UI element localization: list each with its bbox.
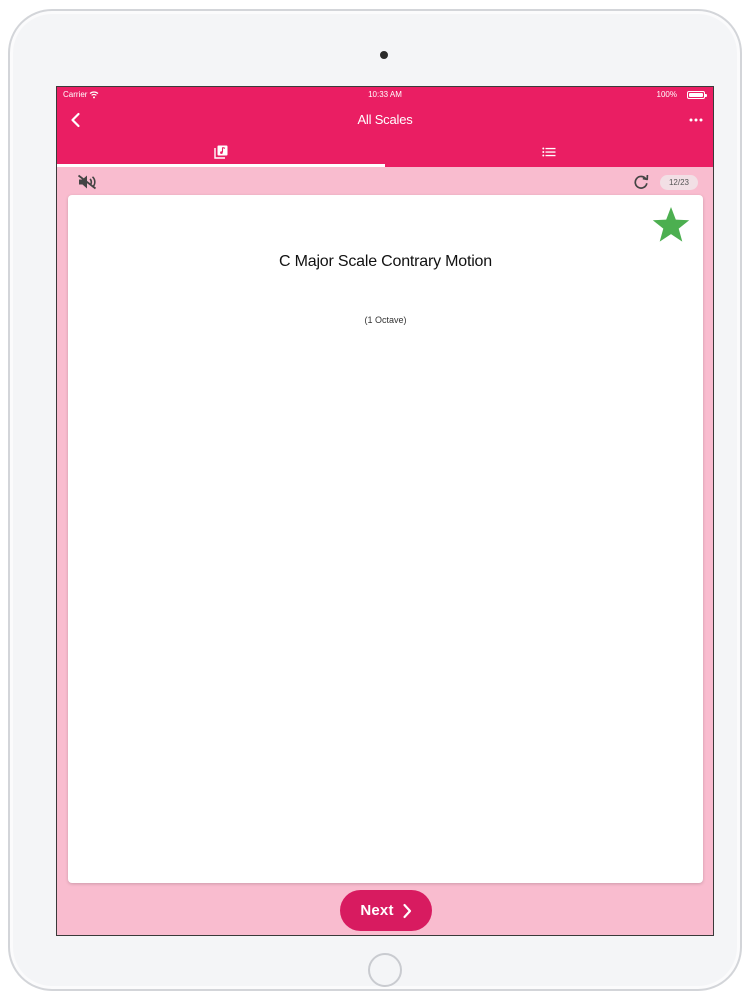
status-battery-percent: 100%	[656, 90, 677, 99]
tab-cards[interactable]	[57, 137, 385, 167]
next-button-label: Next	[360, 902, 394, 919]
battery-icon	[687, 91, 707, 99]
status-bar: Carrier 10:33 AM 100%	[57, 87, 713, 103]
scale-title: C Major Scale Contrary Motion	[279, 253, 492, 270]
app-screen: Carrier 10:33 AM 100% All Scales 12/23 C…	[56, 86, 714, 936]
music-card-icon	[214, 145, 228, 159]
more-horizontal-icon[interactable]	[689, 118, 703, 122]
scale-card[interactable]: C Major Scale Contrary Motion (1 Octave)	[68, 195, 703, 883]
page-title: All Scales	[357, 112, 413, 127]
octave-subtitle: (1 Octave)	[364, 315, 407, 325]
chevron-right-icon	[403, 903, 411, 918]
tablet-frame: Carrier 10:33 AM 100% All Scales 12/23 C…	[8, 9, 742, 991]
card-toolbar: 12/23	[57, 167, 713, 195]
status-time: 10:33 AM	[368, 90, 402, 99]
star-icon[interactable]	[651, 206, 691, 244]
home-button[interactable]	[368, 953, 402, 987]
tab-bar	[57, 137, 713, 167]
list-icon	[542, 147, 556, 157]
volume-off-icon[interactable]	[77, 174, 97, 190]
navigation-bar: All Scales	[57, 103, 713, 137]
camera-lens	[380, 51, 388, 59]
card-counter-badge: 12/23	[660, 175, 698, 190]
refresh-icon[interactable]	[633, 174, 649, 190]
tab-list[interactable]	[385, 137, 713, 167]
next-button[interactable]: Next	[340, 890, 432, 931]
